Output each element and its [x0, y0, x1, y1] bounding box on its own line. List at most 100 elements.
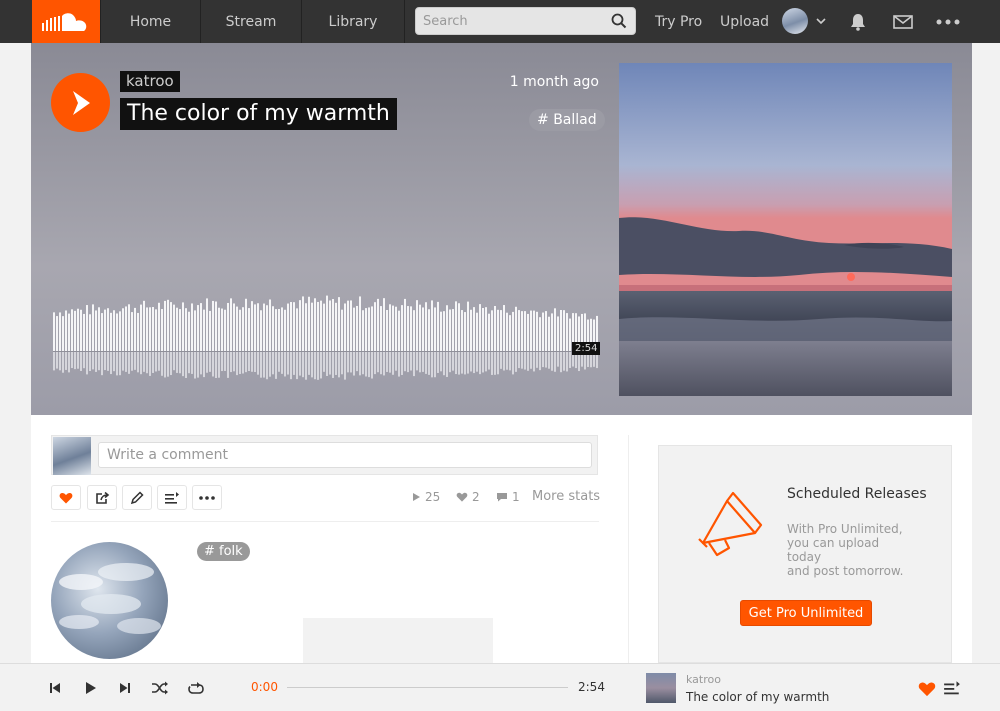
waveform-reflection-bar — [410, 352, 412, 371]
waveform-reflection-bar — [191, 352, 193, 374]
next-button[interactable] — [115, 678, 135, 698]
add-to-playlist-button[interactable] — [157, 485, 187, 510]
likes-count[interactable]: 2 — [456, 490, 480, 504]
nav-library[interactable]: Library — [302, 0, 405, 43]
waveform-reflection-bar — [257, 352, 259, 375]
aerial-clouds-image — [59, 563, 161, 634]
like-button[interactable] — [51, 485, 81, 510]
repeat-button[interactable] — [186, 678, 206, 698]
waveform-bar — [461, 310, 463, 351]
comments-count[interactable]: 1 — [496, 490, 520, 504]
waveform-reflection-bar — [56, 352, 58, 369]
waveform-bar — [65, 310, 67, 351]
waveform-bar — [200, 303, 202, 351]
more-menu-icon[interactable] — [936, 11, 960, 33]
waveform-bar — [152, 307, 154, 351]
waveform-reflection-bar — [239, 352, 241, 374]
promo-text-line: With Pro Unlimited, — [787, 522, 903, 536]
previous-button[interactable] — [45, 678, 65, 698]
waveform-bar — [335, 302, 337, 351]
waveform-reflection-bar — [455, 352, 457, 375]
waveform-bar — [509, 315, 511, 351]
waveform-bar — [314, 298, 316, 351]
waveform-bar — [506, 312, 508, 351]
waveform-bar — [287, 303, 289, 351]
waveform-bar — [398, 310, 400, 351]
waveform-reflection-bar — [152, 352, 154, 373]
waveform-bar — [410, 306, 412, 351]
waveform-reflection-bar — [338, 352, 340, 378]
waveform-bar — [326, 295, 328, 351]
now-playing-artist[interactable]: katroo — [686, 673, 721, 686]
waveform-bar — [548, 316, 550, 351]
waveform-reflection-bar — [437, 352, 439, 373]
now-playing-artwork[interactable] — [646, 673, 676, 703]
player-like-heart-icon[interactable] — [918, 680, 936, 698]
player-play-button[interactable] — [81, 678, 101, 698]
edit-button[interactable] — [122, 485, 152, 510]
waveform-bar — [197, 305, 199, 351]
waveform-bar — [311, 302, 313, 351]
queue-icon[interactable] — [943, 679, 961, 697]
waveform-reflection-bar — [383, 352, 385, 376]
waveform-bar — [494, 305, 496, 351]
share-button[interactable] — [87, 485, 117, 510]
waveform-bar — [338, 297, 340, 351]
skip-forward-icon — [120, 683, 130, 693]
upload-link[interactable]: Upload — [720, 0, 769, 43]
waveform-reflection-bar — [497, 352, 499, 375]
notifications-bell-icon[interactable] — [847, 11, 869, 33]
total-duration: 2:54 — [578, 680, 605, 694]
waveform-reflection-bar — [212, 352, 214, 377]
more-actions-button[interactable] — [192, 485, 222, 510]
comment-input[interactable] — [98, 442, 592, 468]
player-bar: 0:00 2:54 katroo The color of my warmth — [0, 663, 1000, 711]
track-artwork[interactable] — [619, 63, 952, 396]
waveform-reflection-bar — [341, 352, 343, 375]
waveform-reflection-bar — [368, 352, 370, 378]
messages-envelope-icon[interactable] — [892, 11, 914, 33]
search-input[interactable] — [416, 8, 635, 34]
waveform-bar — [242, 307, 244, 351]
waveform-bar — [278, 309, 280, 351]
waveform-bar — [446, 305, 448, 351]
folk-tag[interactable]: # folk — [197, 542, 250, 561]
uploader-avatar[interactable] — [51, 542, 168, 659]
track-artist[interactable]: katroo — [120, 71, 180, 92]
play-button[interactable] — [51, 73, 110, 132]
try-pro-link[interactable]: Try Pro — [655, 0, 702, 43]
shuffle-button[interactable] — [150, 678, 170, 698]
top-navbar: Home Stream Library Try Pro Upload — [0, 0, 1000, 43]
waveform-bar — [404, 298, 406, 351]
waveform-bar — [488, 313, 490, 351]
waveform-reflection-bar — [209, 352, 211, 372]
search-icon[interactable] — [611, 13, 627, 29]
nav-stream[interactable]: Stream — [201, 0, 302, 43]
waveform-bar — [425, 302, 427, 351]
waveform-reflection-bar — [488, 352, 490, 370]
nav-home[interactable]: Home — [100, 0, 201, 43]
waveform-reflection-bar — [197, 352, 199, 378]
chevron-down-icon[interactable] — [816, 17, 826, 25]
soundcloud-logo[interactable] — [32, 0, 100, 43]
now-playing-title[interactable]: The color of my warmth — [686, 690, 829, 704]
waveform-reflection-bar — [161, 352, 163, 376]
waveform-bar — [266, 305, 268, 351]
user-avatar[interactable] — [782, 8, 808, 34]
waveform-bar — [56, 316, 58, 351]
waveform-bar — [161, 309, 163, 351]
waveform-reflection-bar — [323, 352, 325, 372]
waveform[interactable] — [53, 283, 599, 383]
more-stats-link[interactable]: More stats — [532, 489, 600, 504]
waveform-reflection-bar — [248, 352, 250, 372]
waveform-bar — [149, 307, 151, 351]
get-pro-unlimited-button[interactable]: Get Pro Unlimited — [740, 600, 872, 626]
waveform-bar — [62, 316, 64, 351]
genre-tag[interactable]: # Ballad — [529, 109, 605, 131]
waveform-reflection-bar — [74, 352, 76, 370]
waveform-reflection-bar — [374, 352, 376, 375]
progress-bar[interactable] — [287, 687, 568, 688]
waveform-reflection-bar — [149, 352, 151, 376]
waveform-reflection-bar — [143, 352, 145, 372]
waveform-reflection-bar — [110, 352, 112, 375]
